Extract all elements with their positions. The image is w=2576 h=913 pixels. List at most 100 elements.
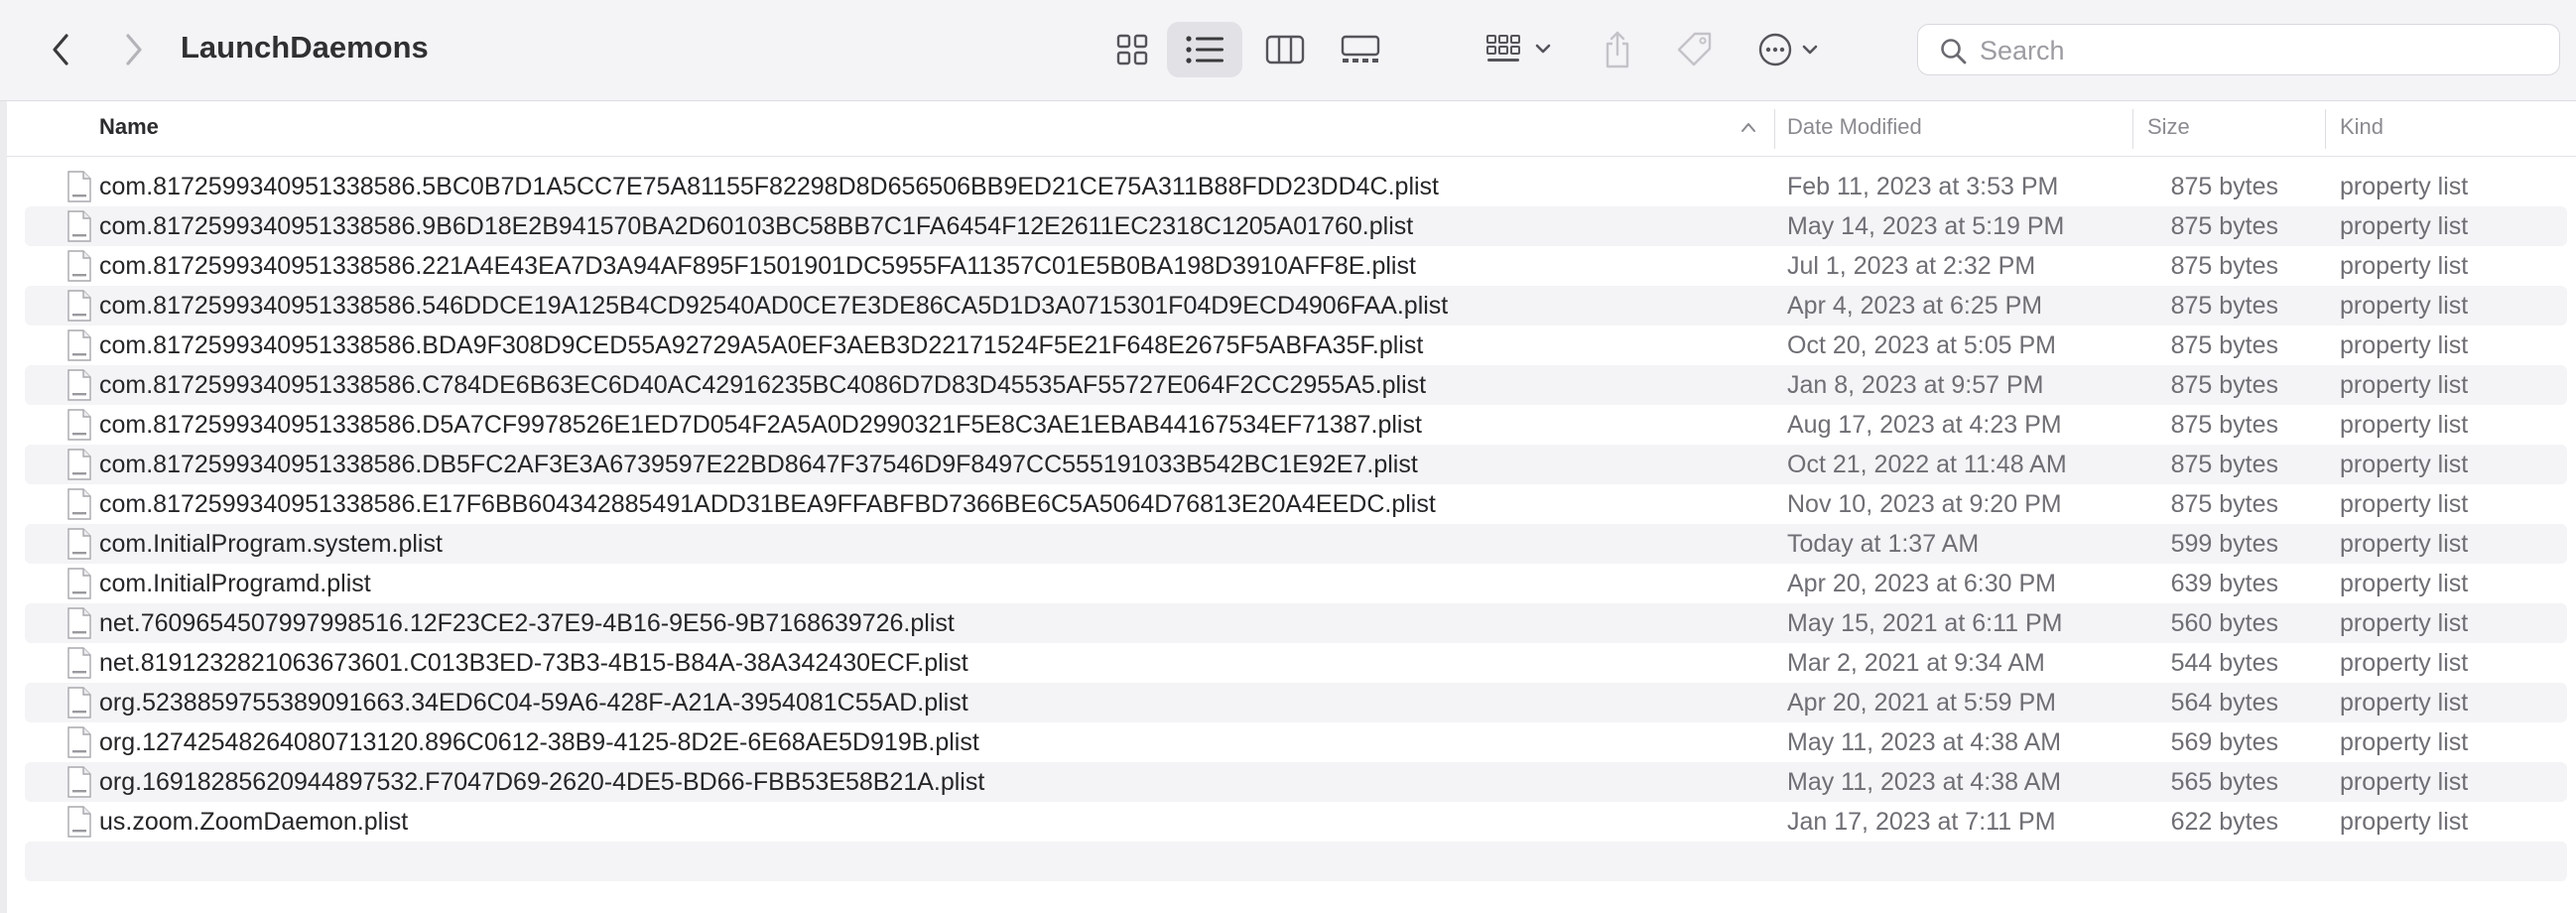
file-kind: property list <box>2340 451 2469 478</box>
table-row[interactable]: com.8172599340951338586.D5A7CF9978526E1E… <box>25 405 2567 445</box>
file-kind: property list <box>2340 212 2469 240</box>
file-date-modified: Feb 11, 2023 at 3:53 PM <box>1787 173 2059 200</box>
column-header-size[interactable]: Size <box>2147 114 2190 140</box>
file-kind: property list <box>2340 570 2469 597</box>
empty-row <box>25 842 2567 881</box>
column-view-button[interactable] <box>1260 26 1310 73</box>
column-divider[interactable] <box>2132 109 2133 149</box>
file-size: 639 bytes <box>2170 570 2278 597</box>
plist-file-icon <box>67 687 91 718</box>
column-divider[interactable] <box>2325 109 2326 149</box>
table-row[interactable]: com.8172599340951338586.DB5FC2AF3E3A6739… <box>25 445 2567 484</box>
file-kind: property list <box>2340 490 2469 518</box>
chevron-left-icon <box>53 34 68 65</box>
file-date-modified: Today at 1:37 AM <box>1787 530 1980 558</box>
column-header: Name Date Modified Size Kind <box>7 101 2576 157</box>
file-name: net.7609654507997998516.12F23CE2-37E9-4B… <box>99 609 955 637</box>
toolbar: LaunchDaemons <box>0 0 2576 101</box>
file-size: 564 bytes <box>2170 689 2278 717</box>
file-kind: property list <box>2340 292 2469 320</box>
file-name: com.8172599340951338586.BDA9F308D9CED55A… <box>99 331 1424 359</box>
file-size: 875 bytes <box>2170 212 2278 240</box>
file-name: org.5238859755389091663.34ED6C04-59A6-42… <box>99 689 968 717</box>
list-icon <box>1186 36 1224 64</box>
plist-file-icon <box>67 329 91 361</box>
search-icon <box>1941 39 1967 65</box>
forward-button[interactable] <box>115 30 151 69</box>
tag-icon <box>1677 32 1712 66</box>
columns-icon <box>1265 35 1305 65</box>
gallery-icon <box>1341 35 1380 63</box>
column-divider[interactable] <box>1774 109 1775 149</box>
table-row[interactable]: com.8172599340951338586.9B6D18E2B941570B… <box>25 206 2567 246</box>
table-row[interactable]: net.8191232821063673601.C013B3ED-73B3-4B… <box>25 643 2567 683</box>
column-header-date-modified[interactable]: Date Modified <box>1787 114 1922 140</box>
file-date-modified: Oct 21, 2022 at 11:48 AM <box>1787 451 2067 478</box>
more-actions-button[interactable] <box>1756 26 1828 73</box>
table-row[interactable]: com.8172599340951338586.C784DE6B63EC6D40… <box>25 365 2567 405</box>
list-view-button[interactable] <box>1167 22 1242 77</box>
file-kind: property list <box>2340 728 2469 756</box>
file-name: com.8172599340951338586.D5A7CF9978526E1E… <box>99 411 1422 439</box>
file-size: 599 bytes <box>2170 530 2278 558</box>
file-size: 875 bytes <box>2170 371 2278 399</box>
chevron-right-icon <box>126 34 142 65</box>
table-row[interactable]: org.12742548264080713120.896C0612-38B9-4… <box>25 722 2567 762</box>
file-name: com.InitialProgramd.plist <box>99 570 371 597</box>
file-kind: property list <box>2340 609 2469 637</box>
table-row[interactable]: org.16918285620944897532.F7047D69-2620-4… <box>25 762 2567 802</box>
gallery-view-button[interactable] <box>1336 26 1385 73</box>
grid-icon <box>1116 34 1148 65</box>
file-date-modified: Mar 2, 2021 at 9:34 AM <box>1787 649 2045 677</box>
file-name: com.InitialProgram.system.plist <box>99 530 443 558</box>
search-input[interactable] <box>1978 33 2537 68</box>
sidebar-edge <box>0 101 7 913</box>
group-button[interactable] <box>1484 26 1560 73</box>
file-date-modified: May 15, 2021 at 6:11 PM <box>1787 609 2063 637</box>
file-size: 622 bytes <box>2170 808 2278 836</box>
table-row[interactable]: com.InitialProgramd.plist Apr 20, 2023 at… <box>25 564 2567 603</box>
plist-file-icon <box>67 806 91 838</box>
table-row[interactable]: com.InitialProgram.system.plist Today at … <box>25 524 2567 564</box>
plist-file-icon <box>67 488 91 520</box>
group-icon <box>1486 35 1551 62</box>
file-name: com.8172599340951338586.DB5FC2AF3E3A6739… <box>99 451 1418 478</box>
file-size: 565 bytes <box>2170 768 2278 796</box>
file-name: com.8172599340951338586.E17F6BB604342885… <box>99 490 1436 518</box>
table-row[interactable]: com.8172599340951338586.221A4E43EA7D3A94… <box>25 246 2567 286</box>
column-header-name[interactable]: Name <box>99 114 159 140</box>
table-row[interactable]: net.7609654507997998516.12F23CE2-37E9-4B… <box>25 603 2567 643</box>
window-title: LaunchDaemons <box>181 30 429 65</box>
table-row[interactable]: com.8172599340951338586.546DDCE19A125B4C… <box>25 286 2567 326</box>
file-name: com.8172599340951338586.C784DE6B63EC6D40… <box>99 371 1427 399</box>
plist-file-icon <box>67 250 91 282</box>
file-size: 875 bytes <box>2170 252 2278 280</box>
search-field[interactable] <box>1917 24 2560 75</box>
back-button[interactable] <box>44 30 79 69</box>
tags-button[interactable] <box>1673 26 1717 73</box>
table-row[interactable]: com.8172599340951338586.BDA9F308D9CED55A… <box>25 326 2567 365</box>
icon-view-button[interactable] <box>1107 26 1157 73</box>
file-date-modified: Oct 20, 2023 at 5:05 PM <box>1787 331 2056 359</box>
table-row[interactable]: us.zoom.ZoomDaemon.plist Jan 17, 2023 at … <box>25 802 2567 842</box>
chevron-up-icon <box>1741 123 1755 132</box>
file-size: 875 bytes <box>2170 173 2278 200</box>
table-row[interactable]: com.8172599340951338586.5BC0B7D1A5CC7E75… <box>25 167 2567 206</box>
plist-file-icon <box>67 449 91 480</box>
file-name: org.16918285620944897532.F7047D69-2620-4… <box>99 768 985 796</box>
ellipsis-icon <box>1758 33 1818 66</box>
file-size: 875 bytes <box>2170 451 2278 478</box>
file-date-modified: May 14, 2023 at 5:19 PM <box>1787 212 2065 240</box>
file-size: 560 bytes <box>2170 609 2278 637</box>
plist-file-icon <box>67 369 91 401</box>
share-button[interactable] <box>1598 22 1637 77</box>
column-header-kind[interactable]: Kind <box>2340 114 2383 140</box>
table-row[interactable]: com.8172599340951338586.E17F6BB604342885… <box>25 484 2567 524</box>
file-size: 544 bytes <box>2170 649 2278 677</box>
file-kind: property list <box>2340 173 2469 200</box>
table-row[interactable]: org.5238859755389091663.34ED6C04-59A6-42… <box>25 683 2567 722</box>
file-kind: property list <box>2340 252 2469 280</box>
file-kind: property list <box>2340 808 2469 836</box>
share-icon <box>1606 31 1629 68</box>
file-kind: property list <box>2340 768 2469 796</box>
